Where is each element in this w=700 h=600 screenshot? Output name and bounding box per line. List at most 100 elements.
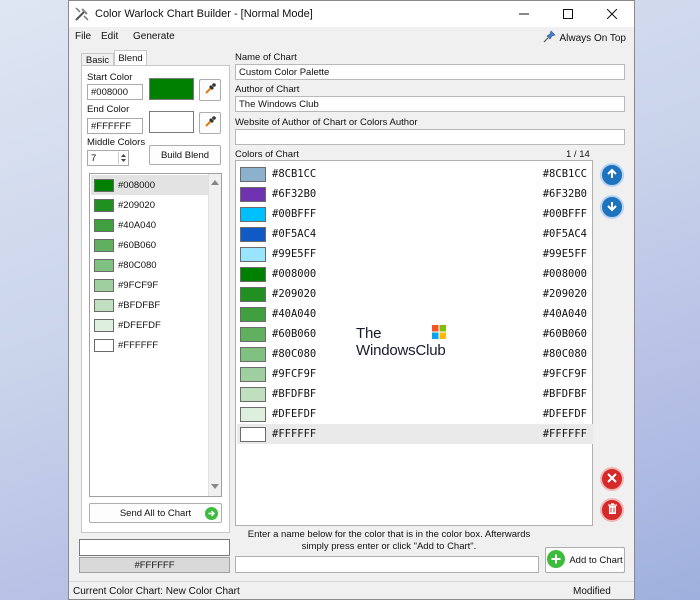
end-color-label: End Color xyxy=(87,104,130,115)
list-item[interactable]: #209020 xyxy=(91,195,208,215)
list-item[interactable]: #FFFFFF xyxy=(91,335,208,355)
color-name: #DFEFDF xyxy=(272,408,317,420)
color-name: #209020 xyxy=(272,288,317,300)
instructions-text: Enter a name below for the color that is… xyxy=(247,529,531,552)
send-all-button[interactable]: Send All to Chart xyxy=(89,503,222,523)
color-name: #BFDFBF xyxy=(272,388,317,400)
add-to-chart-button[interactable]: Add to Chart xyxy=(545,547,625,573)
color-swatch xyxy=(240,286,266,302)
chart-website-input[interactable] xyxy=(235,129,625,145)
end-color-picker-button[interactable] xyxy=(199,112,221,134)
app-window: Color Warlock Chart Builder - [Normal Mo… xyxy=(68,0,635,600)
start-color-picker-button[interactable] xyxy=(199,79,221,101)
maximize-button[interactable] xyxy=(546,1,590,27)
table-row[interactable]: #99E5FF #99E5FF xyxy=(237,244,593,264)
color-swatch xyxy=(240,406,266,422)
color-hex: #8CB1CC xyxy=(542,168,587,180)
watermark-line2: WindowsClub xyxy=(356,342,446,359)
table-row[interactable]: #00BFFF #00BFFF xyxy=(237,204,593,224)
table-row[interactable]: #008000 #008000 xyxy=(237,264,593,284)
scroll-down-icon[interactable] xyxy=(211,482,219,493)
arrow-up-icon xyxy=(606,168,618,183)
color-hex: #FFFFFF xyxy=(542,428,587,440)
end-color-input[interactable]: #FFFFFF xyxy=(87,118,143,134)
color-swatch xyxy=(240,346,266,362)
scroll-up-icon[interactable] xyxy=(211,177,219,188)
color-hex: #00BFFF xyxy=(542,208,587,220)
table-row[interactable]: #9FCF9F #9FCF9F xyxy=(237,364,593,384)
trash-icon xyxy=(607,502,618,518)
color-name: #00BFFF xyxy=(272,208,317,220)
table-row[interactable]: #DFEFDF #DFEFDF xyxy=(237,404,593,424)
color-hex: #40A040 xyxy=(542,308,587,320)
color-hex: #0F5AC4 xyxy=(542,228,587,240)
list-item[interactable]: #9FCF9F xyxy=(91,275,208,295)
move-up-button[interactable] xyxy=(600,163,624,187)
blend-color-list[interactable]: #008000 #209020 #40A040 #60B060 #80C080 … xyxy=(89,173,222,497)
end-color-swatch[interactable] xyxy=(149,111,194,133)
chart-name-input[interactable]: Custom Color Palette xyxy=(235,64,625,80)
watermark-line1: The xyxy=(356,325,382,342)
chart-author-input[interactable]: The Windows Club xyxy=(235,96,625,112)
pin-icon xyxy=(543,30,557,46)
chart-colors-counter: 1 / 14 xyxy=(566,149,590,160)
table-row[interactable]: #6F32B0 #6F32B0 xyxy=(237,184,593,204)
chart-website-label: Website of Author of Chart or Colors Aut… xyxy=(235,117,418,128)
table-row[interactable]: #209020 #209020 xyxy=(237,284,593,304)
arrow-down-icon xyxy=(606,200,618,215)
blend-list-scrollbar[interactable] xyxy=(208,174,221,496)
close-x-icon xyxy=(607,472,617,486)
chart-colors-label: Colors of Chart xyxy=(235,149,299,160)
table-row[interactable]: #BFDFBF #BFDFBF xyxy=(237,384,593,404)
middle-colors-label: Middle Colors xyxy=(87,137,146,148)
middle-colors-spinner[interactable]: 7 xyxy=(87,150,129,166)
spinner-arrows-icon[interactable] xyxy=(118,152,127,164)
start-color-swatch[interactable] xyxy=(149,78,194,100)
list-item[interactable]: #DFEFDF xyxy=(91,315,208,335)
table-row[interactable]: #8CB1CC #8CB1CC xyxy=(237,164,593,184)
always-on-top-toggle[interactable]: Always On Top xyxy=(543,30,626,46)
color-hex: #209020 xyxy=(542,288,587,300)
list-item[interactable]: #008000 xyxy=(91,175,208,195)
color-swatch xyxy=(240,186,266,202)
menu-edit[interactable]: Edit xyxy=(101,31,118,42)
list-item-label: #9FCF9F xyxy=(118,279,159,291)
watermark: The WindowsClub xyxy=(356,325,466,365)
list-item[interactable]: #40A040 xyxy=(91,215,208,235)
title-bar: Color Warlock Chart Builder - [Normal Mo… xyxy=(69,1,634,27)
color-swatch xyxy=(240,366,266,382)
status-current-chart: Current Color Chart: New Color Chart xyxy=(73,586,240,597)
list-item[interactable]: #60B060 xyxy=(91,235,208,255)
clear-chart-button[interactable] xyxy=(600,498,624,522)
list-item[interactable]: #80C080 xyxy=(91,255,208,275)
list-item-label: #008000 xyxy=(118,179,155,191)
color-swatch xyxy=(240,206,266,222)
minimize-button[interactable] xyxy=(502,1,546,27)
color-swatch xyxy=(240,166,266,182)
status-bar: Current Color Chart: New Color Chart Mod… xyxy=(69,581,634,599)
list-item[interactable]: #BFDFBF xyxy=(91,295,208,315)
list-item-label: #209020 xyxy=(118,199,155,211)
color-preview-box xyxy=(79,539,230,556)
middle-colors-value: 7 xyxy=(91,153,97,164)
new-color-name-input[interactable] xyxy=(235,556,539,573)
app-logo-icon xyxy=(75,7,89,21)
color-preview-hex: #FFFFFF xyxy=(79,557,230,573)
close-button[interactable] xyxy=(590,1,634,27)
move-down-button[interactable] xyxy=(600,195,624,219)
tab-blend[interactable]: Blend xyxy=(114,50,147,66)
menu-file[interactable]: File xyxy=(75,31,91,42)
arrow-right-icon xyxy=(205,507,218,523)
color-swatch xyxy=(94,338,114,352)
status-modified: Modified xyxy=(573,586,611,597)
eyedropper-icon xyxy=(203,115,217,132)
color-hex: #60B060 xyxy=(542,328,587,340)
table-row[interactable]: #FFFFFF #FFFFFF xyxy=(237,424,593,444)
table-row[interactable]: #0F5AC4 #0F5AC4 xyxy=(237,224,593,244)
build-blend-button[interactable]: Build Blend xyxy=(149,145,221,165)
table-row[interactable]: #40A040 #40A040 xyxy=(237,304,593,324)
menu-generate[interactable]: Generate xyxy=(133,31,175,42)
remove-color-button[interactable] xyxy=(600,467,624,491)
start-color-input[interactable]: #008000 xyxy=(87,84,143,100)
color-name: #0F5AC4 xyxy=(272,228,317,240)
